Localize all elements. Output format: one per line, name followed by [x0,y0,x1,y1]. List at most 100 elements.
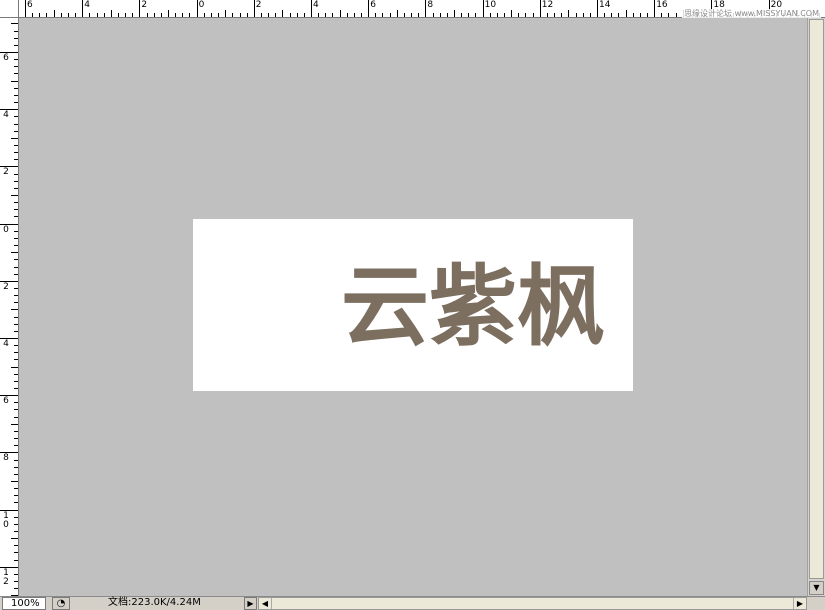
ruler-tick [14,259,18,260]
ruler-tick [14,245,18,246]
ruler-tick [14,331,18,332]
ruler-tick [61,13,62,17]
ruler-tick [14,131,18,132]
ruler-tick [14,267,18,268]
ruler-tick [14,145,18,146]
ruler-tick [14,588,18,589]
vertical-scroll-thumb[interactable] [809,19,824,579]
ruler-tick [640,13,641,17]
ruler-tick [361,13,362,17]
ruler-tick [626,10,627,17]
ruler-tick [14,560,18,561]
ruler-tick [611,13,612,17]
ruler-tick [647,13,648,17]
ruler-tick [14,73,18,74]
ruler-top-label: 16 [656,0,668,10]
ruler-tick [14,45,18,46]
ruler-tick [14,66,18,67]
ruler-tick [11,538,18,539]
ruler-tick [375,13,376,17]
ruler-tick [14,38,18,39]
ruler-tick [382,13,383,17]
ruler-tick [14,188,18,189]
ruler-top-label: 12 [541,0,554,10]
ruler-tick [497,13,498,17]
calligraphy-text: 云紫枫 [341,254,605,358]
ruler-tick [311,0,312,17]
ruler-tick [68,13,69,17]
ruler-left-label: 6 [3,396,9,407]
document-size-info: 文档:223.0K/4.24M [108,597,201,608]
ruler-tick [54,10,55,17]
ruler-tick [247,13,248,17]
ruler-tick [39,13,40,17]
status-menu-arrow-icon[interactable]: ▶ [244,597,257,610]
ruler-tick [540,0,541,17]
ruler-tick [175,13,176,17]
vertical-ruler[interactable]: 6 4 2 0 2 4 6 8 1 0 1 2 [0,18,19,596]
ruler-tick [14,409,18,410]
ruler-tick [14,324,18,325]
ruler-tick [14,531,18,532]
ruler-left-label: 0 [3,224,9,235]
timing-icon[interactable]: ◔ [52,597,70,610]
vertical-scrollbar[interactable]: ▼ [807,18,825,596]
ruler-tick [211,13,212,17]
ruler-tick [14,174,18,175]
scroll-right-arrow-icon[interactable]: ▶ [793,598,806,609]
zoom-level-field[interactable]: 100% [2,597,46,610]
ruler-tick [347,13,348,17]
ruler-tick [604,13,605,17]
workspace[interactable]: 云紫枫 [19,18,807,596]
ruler-tick [14,181,18,182]
ruler-top-label: 0 [198,0,205,10]
status-bar: 100% ◔ 文档:223.0K/4.24M ▶ ◀ ▶ [0,596,825,610]
ruler-left-label: 4 [3,339,9,349]
ruler-tick [46,13,47,17]
ruler-tick [0,510,18,511]
ruler-tick [661,13,662,17]
ruler-tick [14,359,18,360]
scroll-down-arrow-icon[interactable]: ▼ [809,581,824,595]
ruler-tick [14,216,18,217]
ruler-left-label: 2 [3,167,9,178]
ruler-left-label: 4 [3,110,9,121]
ruler-tick [404,13,405,17]
ruler-tick [275,13,276,17]
ruler-tick [11,481,18,482]
scroll-left-arrow-icon[interactable]: ◀ [259,598,272,609]
ruler-tick [14,524,18,525]
ruler-tick [14,159,18,160]
ruler-tick [447,13,448,17]
ruler-tick [576,13,577,17]
ruler-tick [11,309,18,310]
ruler-tick [161,13,162,17]
ruler-tick [304,13,305,17]
ruler-tick [14,88,18,89]
ruler-tick [11,23,18,24]
ruler-tick [14,517,18,518]
ruler-tick [425,0,426,17]
ruler-top-label: 8 [427,0,434,10]
ruler-tick [618,13,619,17]
ruler-origin[interactable] [0,0,19,18]
ruler-tick [254,0,255,17]
watermark: 思缘设计论坛 www.MISSYUAN.COM [682,9,821,18]
ruler-tick [511,10,512,17]
ruler-tick [14,431,18,432]
document-canvas[interactable]: 云紫枫 [193,219,633,391]
ruler-tick [139,0,140,17]
ruler-tick [0,281,18,282]
ruler-tick [14,545,18,546]
ruler-tick [14,231,18,232]
ruler-tick [14,152,18,153]
ruler-left-label: 2 [3,281,9,292]
ruler-top-label: 4 [313,0,319,10]
ruler-tick [14,302,18,303]
ruler-tick [11,424,18,425]
ruler-top-label: 2 [141,0,148,10]
ruler-tick [82,0,83,17]
ruler-tick [525,13,526,17]
horizontal-scrollbar[interactable]: ◀ ▶ [258,597,807,610]
ruler-tick [14,288,18,289]
